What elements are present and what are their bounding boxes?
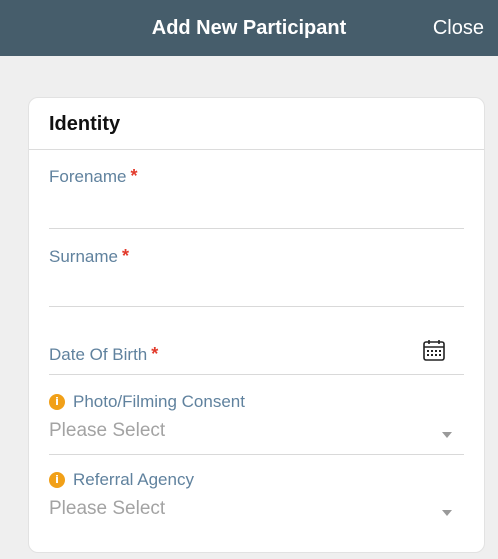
- identity-card: Identity Forename * Surname * Date Of Bi…: [28, 97, 485, 553]
- chevron-down-icon: [442, 510, 452, 516]
- surname-field[interactable]: Surname *: [49, 246, 464, 307]
- required-marker: *: [130, 166, 138, 186]
- required-marker: *: [151, 344, 159, 364]
- close-button[interactable]: Close: [433, 0, 484, 56]
- surname-label: Surname *: [49, 246, 129, 266]
- forename-field[interactable]: Forename *: [49, 166, 464, 229]
- date-of-birth-label: Date Of Birth *: [49, 344, 159, 364]
- referral-agency-select[interactable]: i Referral Agency Please Select: [49, 470, 464, 552]
- photo-consent-label: i Photo/Filming Consent: [49, 392, 464, 412]
- top-bar: Add New Participant Close: [0, 0, 498, 56]
- referral-agency-value: Please Select: [49, 498, 166, 519]
- referral-agency-label: i Referral Agency: [49, 470, 464, 490]
- page-title: Add New Participant: [151, 17, 347, 39]
- forename-label: Forename *: [49, 166, 138, 186]
- calendar-icon[interactable]: [422, 338, 446, 362]
- photo-consent-select[interactable]: i Photo/Filming Consent Please Select: [49, 392, 464, 455]
- photo-consent-value: Please Select: [49, 420, 166, 441]
- info-icon[interactable]: i: [49, 472, 65, 488]
- info-icon[interactable]: i: [49, 394, 65, 410]
- date-of-birth-field[interactable]: Date Of Birth *: [49, 340, 464, 375]
- section-title: Identity: [29, 98, 484, 150]
- required-marker: *: [121, 246, 129, 266]
- chevron-down-icon: [442, 432, 452, 438]
